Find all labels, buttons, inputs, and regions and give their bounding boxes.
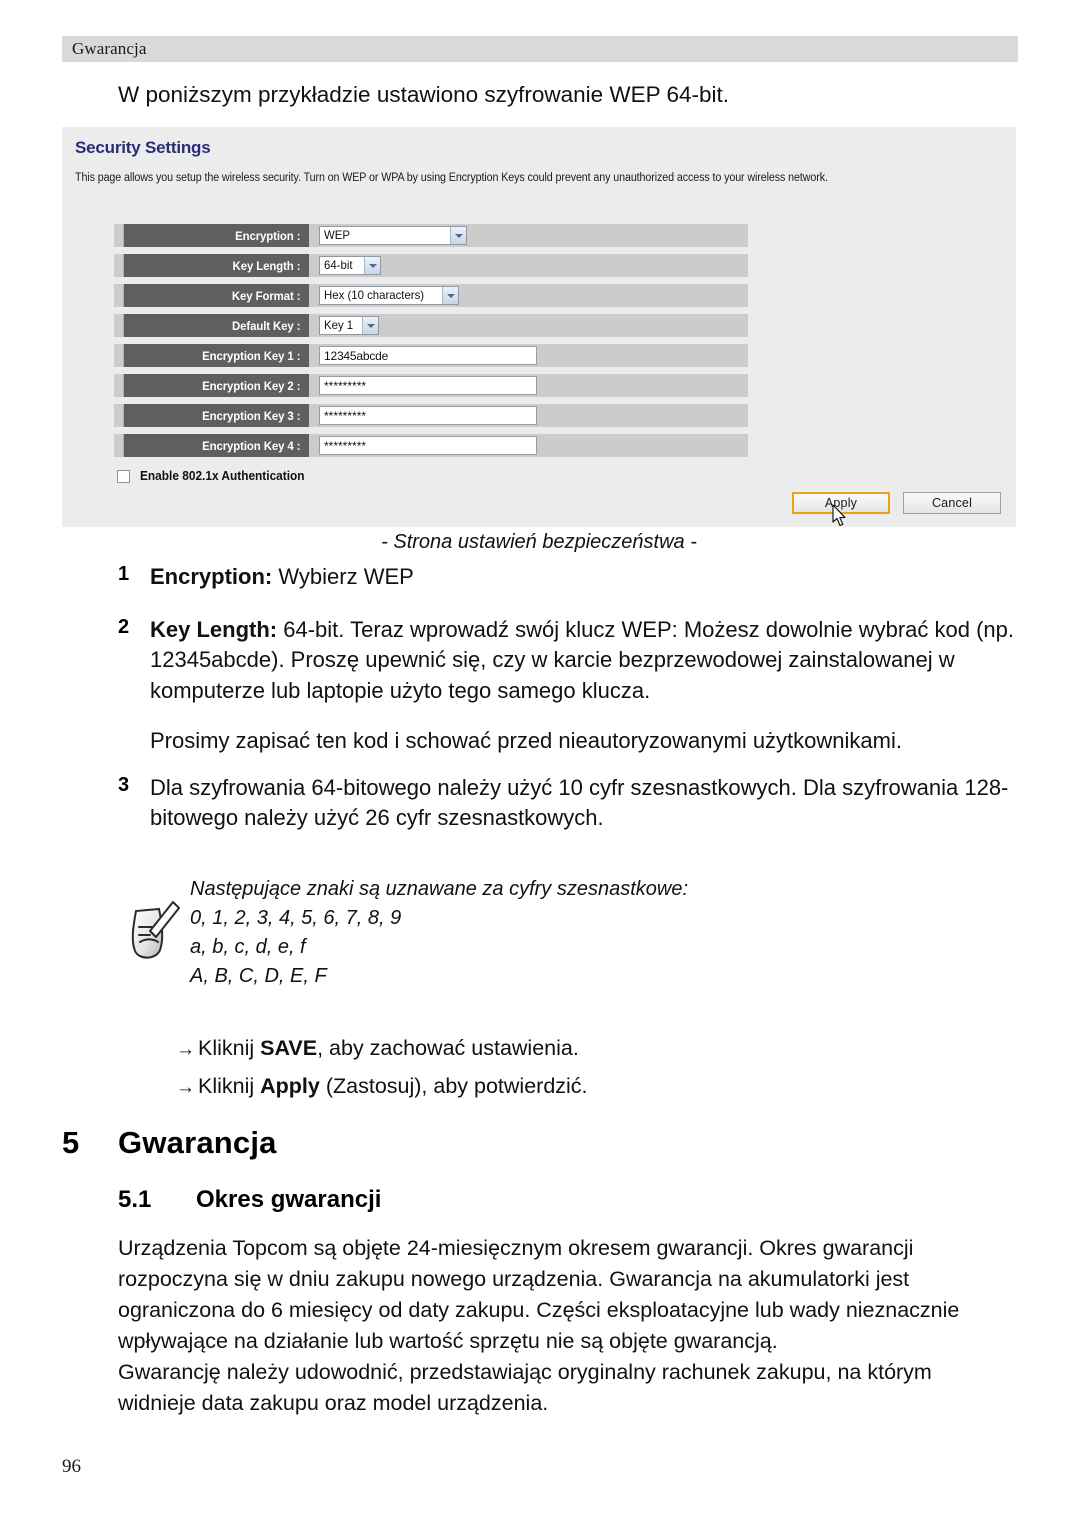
note-heading: Następujące znaki są uznawane za cyfry s… <box>190 878 689 900</box>
enable-8021x-checkbox[interactable] <box>117 469 130 483</box>
list-item-2-bold: Key Length: <box>150 616 278 642</box>
label-encryption-key-1: Encryption Key 1 : <box>123 344 309 367</box>
default-key-select-value: Key 1 <box>324 318 354 332</box>
encryption-key-1-input[interactable]: 12345abcde <box>319 346 537 365</box>
sub-paragraph: Prosimy zapisać ten kod i schować przed … <box>150 728 902 753</box>
warranty-paragraph-1: Urządzenia Topcom są objęte 24-miesięczn… <box>118 1236 960 1353</box>
arrow-bullet-save: → Kliknij SAVE, aby zachować ustawienia. <box>176 1030 996 1068</box>
default-key-select[interactable]: Key 1 <box>319 316 379 335</box>
arrow-bullet-apply-pre: Kliknij <box>198 1074 261 1098</box>
settings-form: Encryption : WEP Key Length : 64-bit Key… <box>114 224 748 464</box>
cancel-button[interactable]: Cancel <box>903 492 1001 514</box>
numbered-instruction-list: 1 Encryption: Wybierz WEP 2 Key Length: … <box>118 562 1018 838</box>
arrow-bullet-save-pre: Kliknij <box>198 1036 261 1060</box>
arrow-right-icon: → <box>176 1077 195 1098</box>
form-row-encryption: Encryption : WEP <box>114 224 748 247</box>
form-row-key-length: Key Length : 64-bit <box>114 254 748 277</box>
arrow-bullet-save-text: Kliknij SAVE, aby zachować ustawienia. <box>198 1030 579 1066</box>
panel-title: Security Settings <box>75 138 211 157</box>
note-line-uppercase: A, B, C, D, E, F <box>190 965 327 987</box>
running-header: Gwarancja <box>62 36 1018 62</box>
enable-8021x-row[interactable]: Enable 802.1x Authentication <box>117 469 313 483</box>
list-item-1-bold: Encryption: <box>150 564 273 589</box>
panel-buttons: Apply Cancel <box>792 492 1001 514</box>
arrow-bullet-apply-post: (Zastosuj), aby potwierdzić. <box>319 1074 588 1098</box>
encryption-select-value: WEP <box>324 228 350 242</box>
note-line-digits: 0, 1, 2, 3, 4, 5, 6, 7, 8, 9 <box>190 907 402 929</box>
arrow-bullet-apply: → Kliknij Apply (Zastosuj), aby potwierd… <box>176 1068 996 1106</box>
label-key-format: Key Format : <box>123 284 309 307</box>
section-heading-5-number: 5 <box>62 1125 80 1160</box>
running-header-text: Gwarancja <box>72 39 147 58</box>
security-settings-panel: Security Settings This page allows you s… <box>62 127 1016 527</box>
key-format-select[interactable]: Hex (10 characters) <box>319 286 459 305</box>
section-heading-5-1: 5.1 Okres gwarancji <box>118 1186 381 1214</box>
page-number: 96 <box>62 1456 81 1477</box>
list-item-3-text: Dla szyfrowania 64-bitowego należy użyć … <box>150 774 1009 831</box>
key-length-select-value: 64-bit <box>324 258 353 272</box>
chevron-down-icon[interactable] <box>364 257 380 274</box>
chevron-down-icon[interactable] <box>362 317 378 334</box>
list-item-1: 1 Encryption: Wybierz WEP <box>118 562 1018 593</box>
note-text: Następujące znaki są uznawane za cyfry s… <box>190 875 1018 991</box>
list-item-2: 2 Key Length: 64-bit. Teraz wprowadź swó… <box>118 615 1018 707</box>
label-default-key: Default Key : <box>123 314 309 337</box>
section-heading-5-1-number: 5.1 <box>118 1186 152 1213</box>
form-row-key-format: Key Format : Hex (10 characters) <box>114 284 748 307</box>
key-format-select-value: Hex (10 characters) <box>324 288 425 302</box>
list-item-2-rest: 64-bit. Teraz wprowadź swój klucz WEP: M… <box>150 616 1015 703</box>
list-item-2-text: Key Length: 64-bit. Teraz wprowadź swój … <box>150 615 1018 707</box>
list-item-1-number: 1 <box>118 563 130 585</box>
arrow-bullet-save-bold: SAVE <box>260 1036 318 1060</box>
form-row-encryption-key-3: Encryption Key 3 : ********* <box>114 404 748 427</box>
chevron-down-icon[interactable] <box>450 227 466 244</box>
section-heading-5-title: Gwarancja <box>118 1125 277 1160</box>
warranty-body: Urządzenia Topcom są objęte 24-miesięczn… <box>118 1233 1008 1419</box>
arrow-right-icon: → <box>176 1039 195 1060</box>
chevron-down-icon[interactable] <box>442 287 458 304</box>
enable-8021x-label: Enable 802.1x Authentication <box>140 469 305 483</box>
list-item-2-number: 2 <box>118 615 130 638</box>
label-encryption-key-2: Encryption Key 2 : <box>123 374 309 397</box>
arrow-bullet-save-post: , aby zachować ustawienia. <box>317 1036 579 1060</box>
label-encryption: Encryption : <box>123 224 309 247</box>
form-row-encryption-key-2: Encryption Key 2 : ********* <box>114 374 748 397</box>
arrow-bullet-apply-text: Kliknij Apply (Zastosuj), aby potwierdzi… <box>198 1068 588 1104</box>
mouse-cursor-icon <box>832 504 846 527</box>
note-line-lowercase: a, b, c, d, e, f <box>190 936 306 958</box>
form-row-encryption-key-4: Encryption Key 4 : ********* <box>114 434 748 457</box>
form-row-encryption-key-1: Encryption Key 1 : 12345abcde <box>114 344 748 367</box>
form-row-default-key: Default Key : Key 1 <box>114 314 748 337</box>
encryption-key-3-input[interactable]: ********* <box>319 406 537 425</box>
list-item-3: 3 Dla szyfrowania 64-bitowego należy uży… <box>118 773 1018 834</box>
encryption-key-2-input[interactable]: ********* <box>319 376 537 395</box>
list-item-1-text: Encryption: Wybierz WEP <box>150 562 1018 593</box>
note-block: Następujące znaki są uznawane za cyfry s… <box>118 875 1018 991</box>
intro-paragraph: W poniższym przykładzie ustawiono szyfro… <box>118 82 730 107</box>
warranty-paragraph-2: Gwarancję należy udowodnić, przedstawiaj… <box>118 1360 932 1415</box>
section-heading-5: 5 Gwarancja <box>62 1125 277 1161</box>
list-item-1-rest: Wybierz WEP <box>272 564 414 589</box>
note-pencil-icon <box>118 875 190 963</box>
panel-description: This page allows you setup the wireless … <box>75 172 828 184</box>
arrow-bullet-list: → Kliknij SAVE, aby zachować ustawienia.… <box>176 1030 996 1106</box>
label-key-length: Key Length : <box>123 254 309 277</box>
encryption-select[interactable]: WEP <box>319 226 467 245</box>
arrow-bullet-apply-bold: Apply <box>260 1074 320 1098</box>
figure-caption: - Strona ustawień bezpieczeństwa - <box>381 531 697 553</box>
label-encryption-key-4: Encryption Key 4 : <box>123 434 309 457</box>
list-item-3-number: 3 <box>118 773 130 796</box>
label-encryption-key-3: Encryption Key 3 : <box>123 404 309 427</box>
section-heading-5-1-title: Okres gwarancji <box>196 1186 382 1213</box>
key-length-select[interactable]: 64-bit <box>319 256 381 275</box>
encryption-key-4-input[interactable]: ********* <box>319 436 537 455</box>
